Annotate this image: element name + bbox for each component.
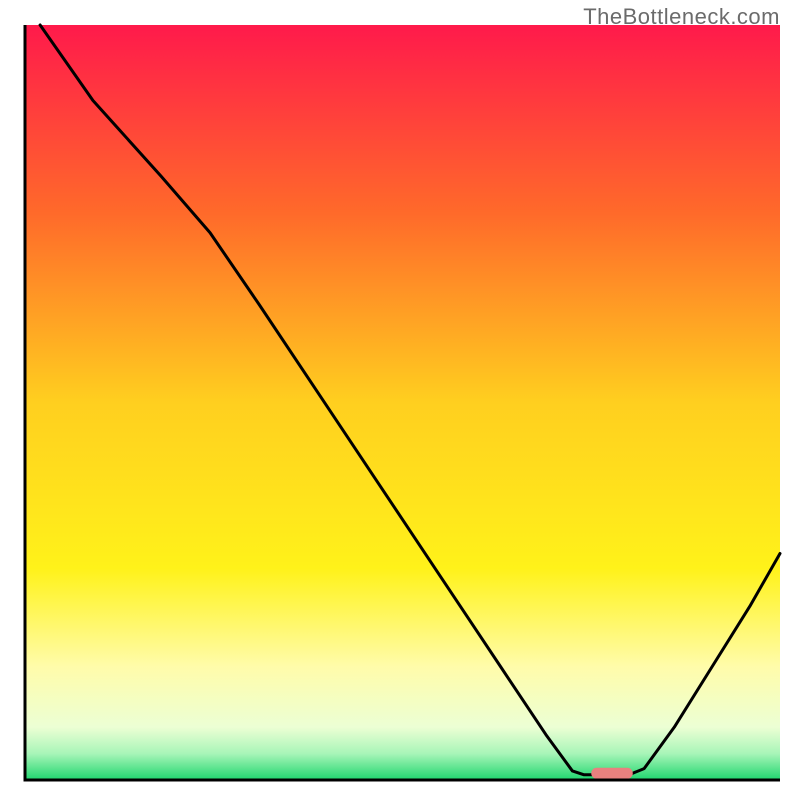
bottleneck-chart — [0, 0, 800, 800]
watermark-text: TheBottleneck.com — [583, 4, 780, 30]
optimal-range-marker — [591, 768, 633, 779]
chart-container: TheBottleneck.com — [0, 0, 800, 800]
gradient-background — [25, 25, 780, 780]
